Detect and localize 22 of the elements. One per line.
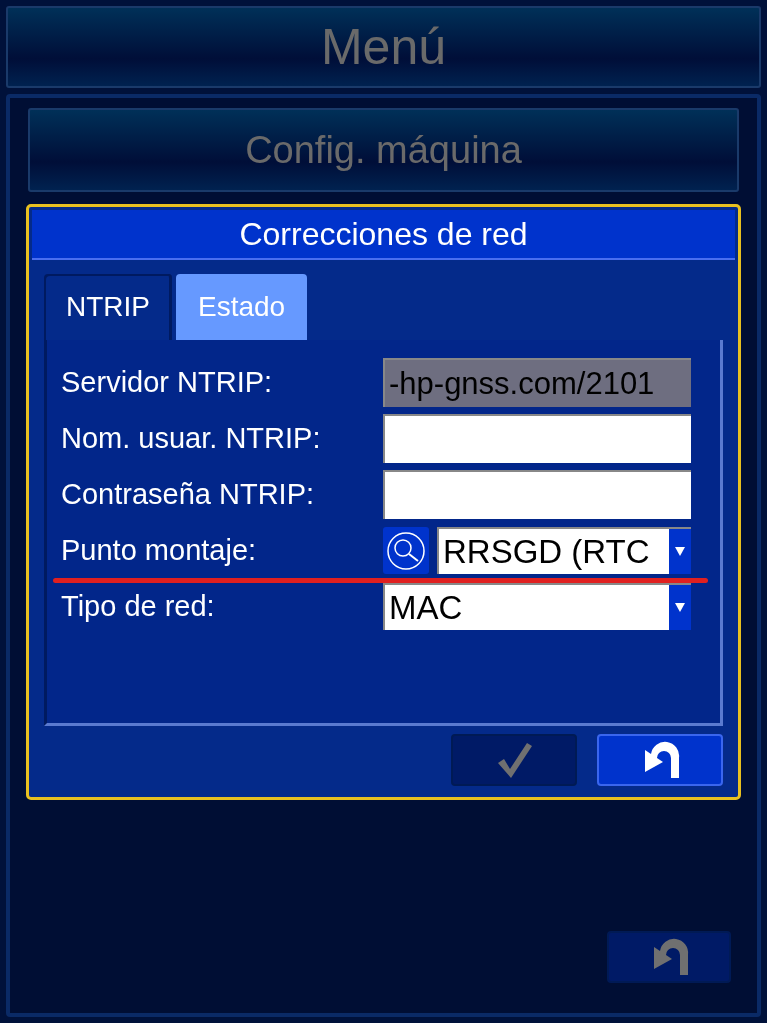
dropdown-field[interactable]: MAC xyxy=(383,583,691,630)
field-label: Nom. usuar. NTRIP: xyxy=(61,422,322,455)
dropdown-value: RRSGD (RTC xyxy=(442,531,651,572)
field-label: Servidor NTRIP: xyxy=(61,366,274,399)
field-label: Punto montaje: xyxy=(61,534,258,567)
dropdown-toggle[interactable] xyxy=(669,529,691,574)
back-button[interactable] xyxy=(597,734,723,786)
dropdown-toggle[interactable] xyxy=(669,585,691,630)
field-label: Contraseña NTRIP: xyxy=(61,478,316,511)
input-field[interactable] xyxy=(383,470,691,519)
checkmark-icon xyxy=(495,741,533,779)
caret-icon xyxy=(675,547,685,556)
search-icon xyxy=(386,530,426,571)
input-field[interactable] xyxy=(383,414,691,463)
tab[interactable]: NTRIP xyxy=(44,274,172,340)
caret-icon xyxy=(675,603,685,612)
dropdown-value: MAC xyxy=(388,587,464,628)
dialog-title: Correcciones de red xyxy=(32,210,735,260)
field-label: Tipo de red: xyxy=(61,590,216,623)
tab[interactable]: Estado xyxy=(176,274,308,340)
search-button[interactable] xyxy=(383,527,429,574)
dropdown-field[interactable]: RRSGD (RTC xyxy=(437,527,691,574)
